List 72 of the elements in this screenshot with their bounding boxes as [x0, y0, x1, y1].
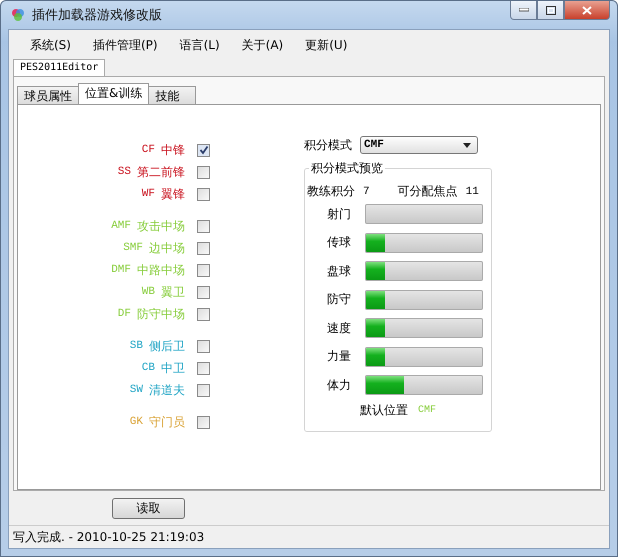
status-bar: 写入完成. - 2010-10-25 21:19:03 [9, 525, 609, 548]
checkbox[interactable] [197, 166, 210, 178]
close-button[interactable] [564, 1, 610, 20]
position-code: SB [130, 340, 143, 352]
position-label: 翼锋 [161, 186, 185, 202]
checkbox[interactable] [197, 286, 210, 298]
position-label: 中路中场 [137, 262, 185, 278]
position-label: 侧后卫 [149, 338, 185, 354]
menu-item[interactable]: 语言(L) [168, 36, 231, 54]
checkbox[interactable] [197, 188, 210, 200]
stat-label: 力量 [326, 348, 352, 366]
position-code: SMF [123, 242, 143, 254]
focus-points-value: 11 [466, 186, 479, 198]
position-label: 防守中场 [137, 306, 185, 322]
checkbox[interactable] [197, 264, 210, 276]
stat-label: 体力 [326, 376, 352, 394]
menu-item[interactable]: 系统(S) [19, 36, 82, 54]
group-title: 积分模式预览 [309, 160, 385, 177]
coach-points-value: 7 [363, 186, 370, 198]
position-code: AMF [111, 220, 131, 232]
position-label: 第二前锋 [137, 164, 185, 180]
read-button[interactable]: 读取 [112, 498, 185, 518]
menu-item[interactable]: 关于(A) [230, 36, 294, 54]
position-code: SS [118, 166, 131, 178]
stat-label: 盘球 [326, 262, 352, 280]
position-label: 守门员 [149, 414, 185, 430]
position-code: DMF [111, 264, 131, 276]
position-code: CF [142, 144, 155, 156]
checkbox[interactable] [197, 308, 210, 320]
position-label: 中锋 [161, 142, 185, 158]
maximize-icon [546, 6, 556, 14]
stat-label: 射门 [326, 206, 352, 223]
focus-points-label: 可分配焦点 [398, 183, 458, 200]
close-icon [582, 6, 592, 14]
mode-dropdown[interactable]: CMF [360, 136, 478, 154]
checkbox[interactable] [197, 362, 210, 374]
default-position-label: 默认位置 [360, 402, 408, 418]
stat-label: 传球 [326, 234, 352, 252]
checkbox[interactable] [197, 384, 210, 396]
menu-item[interactable]: 插件管理(P) [82, 36, 169, 54]
minimize-button[interactable] [510, 1, 537, 20]
menu-item[interactable]: 更新(U) [294, 36, 358, 54]
checkbox[interactable] [197, 220, 210, 232]
position-code: WB [142, 286, 155, 298]
tab[interactable]: 球员属性 [17, 86, 79, 104]
editor-tab[interactable]: PES2011Editor [13, 59, 106, 76]
stat-label: 防守 [326, 291, 352, 308]
position-code: WF [142, 188, 155, 200]
caret-icon [463, 142, 471, 148]
minimize-icon [518, 8, 528, 12]
checkbox[interactable] [197, 416, 210, 428]
position-label: 边中场 [149, 240, 185, 256]
tab[interactable]: 位置&训练 [78, 83, 150, 104]
checkbox[interactable] [197, 242, 210, 254]
position-code: CB [142, 362, 155, 374]
position-code: DF [118, 308, 131, 320]
position-label: 攻击中场 [137, 218, 185, 234]
app-icon [11, 8, 25, 22]
checkbox[interactable] [197, 340, 210, 352]
position-label: 清道夫 [149, 382, 185, 398]
mode-label: 积分模式 [304, 136, 352, 154]
maximize-button[interactable] [537, 1, 564, 20]
default-position-value: CMF [418, 404, 436, 416]
position-code: GK [130, 416, 143, 428]
coach-points-label: 教练积分 [307, 183, 355, 200]
window-title: 插件加载器游戏修改版 [32, 7, 162, 24]
checkbox[interactable] [197, 144, 210, 156]
position-code: SW [130, 384, 143, 396]
position-label: 翼卫 [161, 284, 185, 300]
position-label: 中卫 [161, 360, 185, 376]
stat-label: 速度 [326, 320, 352, 337]
tab[interactable]: 技能 [148, 86, 196, 104]
